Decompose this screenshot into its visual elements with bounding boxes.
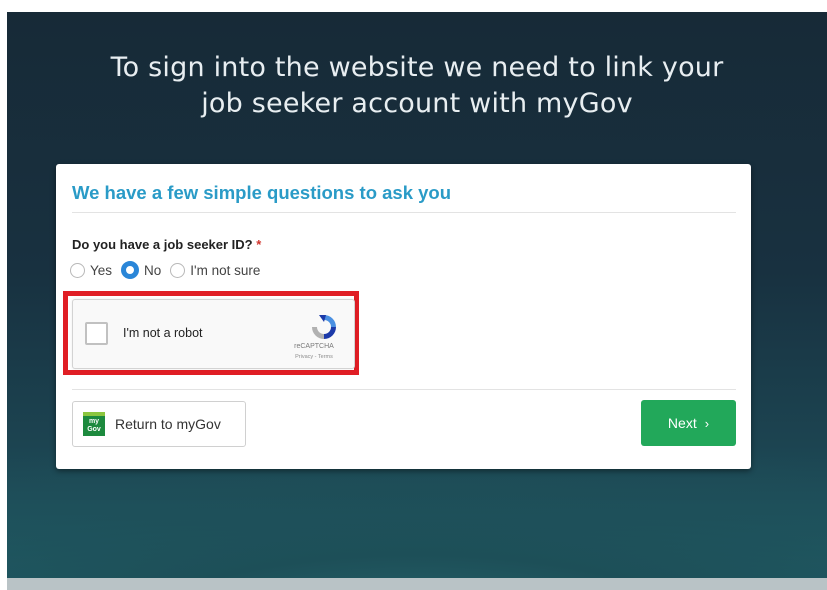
return-to-mygov-button[interactable]: my Gov Return to myGov [72, 401, 246, 447]
recaptcha-logo-icon [312, 315, 336, 339]
footer-divider [72, 389, 736, 390]
recaptcha-checkbox[interactable] [85, 322, 108, 345]
job-seeker-id-radio-group: Yes No I'm not sure [70, 261, 269, 279]
headline-line-2: job seeker account with myGov [201, 88, 633, 119]
page-headline: To sign into the website we need to link… [7, 50, 827, 122]
recaptcha-brand: reCAPTCHA [294, 343, 334, 350]
radio-yes-button[interactable] [70, 262, 85, 278]
radio-not-sure-button[interactable] [170, 262, 186, 278]
required-marker: * [256, 237, 262, 252]
mygov-logo-icon: my Gov [83, 412, 105, 436]
mygov-logo-text-my: my [88, 418, 100, 425]
radio-option-yes[interactable]: Yes [70, 262, 112, 278]
card-title: We have a few simple questions to ask yo… [72, 182, 452, 203]
title-divider [72, 212, 736, 213]
radio-yes-label[interactable]: Yes [90, 263, 112, 278]
return-button-label: Return to myGov [115, 416, 221, 432]
radio-not-sure-label[interactable]: I'm not sure [190, 263, 260, 278]
headline-line-1: To sign into the website we need to link… [110, 52, 724, 83]
next-button[interactable]: Next › [641, 400, 736, 446]
question-label: Do you have a job seeker ID? [72, 237, 253, 252]
job-seeker-id-question: Do you have a job seeker ID? * [72, 237, 261, 252]
next-button-label: Next [667, 415, 697, 431]
chevron-right-icon: › [704, 415, 710, 431]
recaptcha-privacy-terms[interactable]: Privacy - Terms [279, 354, 349, 360]
radio-option-no[interactable]: No [121, 261, 161, 279]
radio-option-not-sure[interactable]: I'm not sure [170, 262, 260, 278]
recaptcha-label: I'm not a robot [123, 326, 203, 340]
mygov-logo-text-gov: Gov [87, 426, 101, 433]
radio-no-button[interactable] [121, 261, 140, 279]
browser-viewport: To sign into the website we need to link… [7, 12, 827, 590]
bottom-band [7, 578, 827, 590]
recaptcha-widget: I'm not a robot reCAPTCHA Privacy - Term… [72, 299, 355, 369]
questions-card: We have a few simple questions to ask yo… [56, 164, 751, 469]
radio-no-label[interactable]: No [144, 263, 161, 278]
